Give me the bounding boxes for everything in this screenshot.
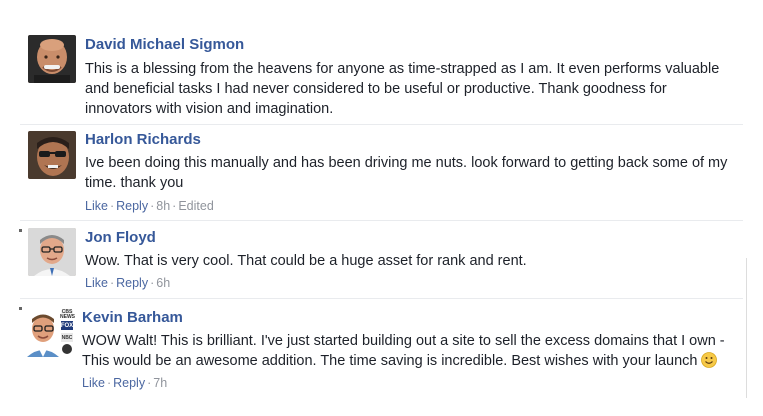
comment-author-name[interactable]: Jon Floyd bbox=[85, 229, 156, 246]
comment-timestamp[interactable]: 6h bbox=[156, 276, 170, 290]
right-edge-line bbox=[746, 258, 747, 398]
badge-nbc: NBC bbox=[61, 335, 73, 341]
corner-mark bbox=[19, 229, 22, 232]
comment-author-name[interactable]: David Michael Sigmon bbox=[85, 36, 244, 53]
comment-actions: Like · Reply · 7h bbox=[82, 376, 167, 390]
comment-body: This is a blessing from the heavens for … bbox=[85, 61, 720, 117]
avatar-harlon-richards[interactable] bbox=[28, 131, 76, 179]
separator: · bbox=[109, 199, 115, 213]
comment-timestamp[interactable]: 8h bbox=[156, 199, 170, 213]
avatar-man-sunglasses-icon bbox=[28, 131, 76, 179]
avatar-man-glasses-icon bbox=[28, 228, 76, 276]
separator: · bbox=[172, 199, 177, 213]
comment-actions: Like · Reply · 8h · Edited bbox=[85, 199, 214, 213]
reply-link[interactable]: Reply bbox=[113, 376, 145, 390]
avatar-bald-man-icon bbox=[28, 35, 76, 83]
comment-body: WOW Walt! This is brilliant. I've just s… bbox=[82, 331, 737, 374]
like-link[interactable]: Like bbox=[85, 199, 108, 213]
avatar-david-michael-sigmon[interactable] bbox=[28, 35, 76, 83]
comment-actions: Like · Reply · 6h bbox=[85, 276, 170, 290]
separator: · bbox=[150, 199, 155, 213]
smiley-emoji-icon bbox=[700, 352, 717, 374]
comment-divider bbox=[20, 220, 743, 221]
comment-body: Wow. That is very cool. That could be a … bbox=[85, 253, 527, 269]
like-link[interactable]: Like bbox=[82, 376, 105, 390]
corner-mark bbox=[19, 307, 22, 310]
reply-link[interactable]: Reply bbox=[116, 199, 148, 213]
separator: · bbox=[106, 376, 112, 390]
comment-divider bbox=[20, 298, 743, 299]
badge-fox: FOX bbox=[60, 323, 74, 329]
reply-link[interactable]: Reply bbox=[116, 276, 148, 290]
badge-cbs-news: CBS NEWS bbox=[60, 309, 75, 320]
edited-label[interactable]: Edited bbox=[178, 199, 213, 213]
comment-author-name[interactable]: Harlon Richards bbox=[85, 131, 201, 148]
comment-body-text: WOW Walt! This is brilliant. I've just s… bbox=[82, 333, 725, 369]
like-link[interactable]: Like bbox=[85, 276, 108, 290]
comment-body: Ive been doing this manually and has bee… bbox=[85, 155, 728, 191]
separator: · bbox=[147, 376, 152, 390]
separator: · bbox=[150, 276, 155, 290]
comment-author-name[interactable]: Kevin Barham bbox=[82, 309, 183, 326]
comment-timestamp[interactable]: 7h bbox=[153, 376, 167, 390]
separator: · bbox=[109, 276, 115, 290]
comment-divider bbox=[20, 124, 743, 125]
avatar-jon-floyd[interactable] bbox=[28, 228, 76, 276]
